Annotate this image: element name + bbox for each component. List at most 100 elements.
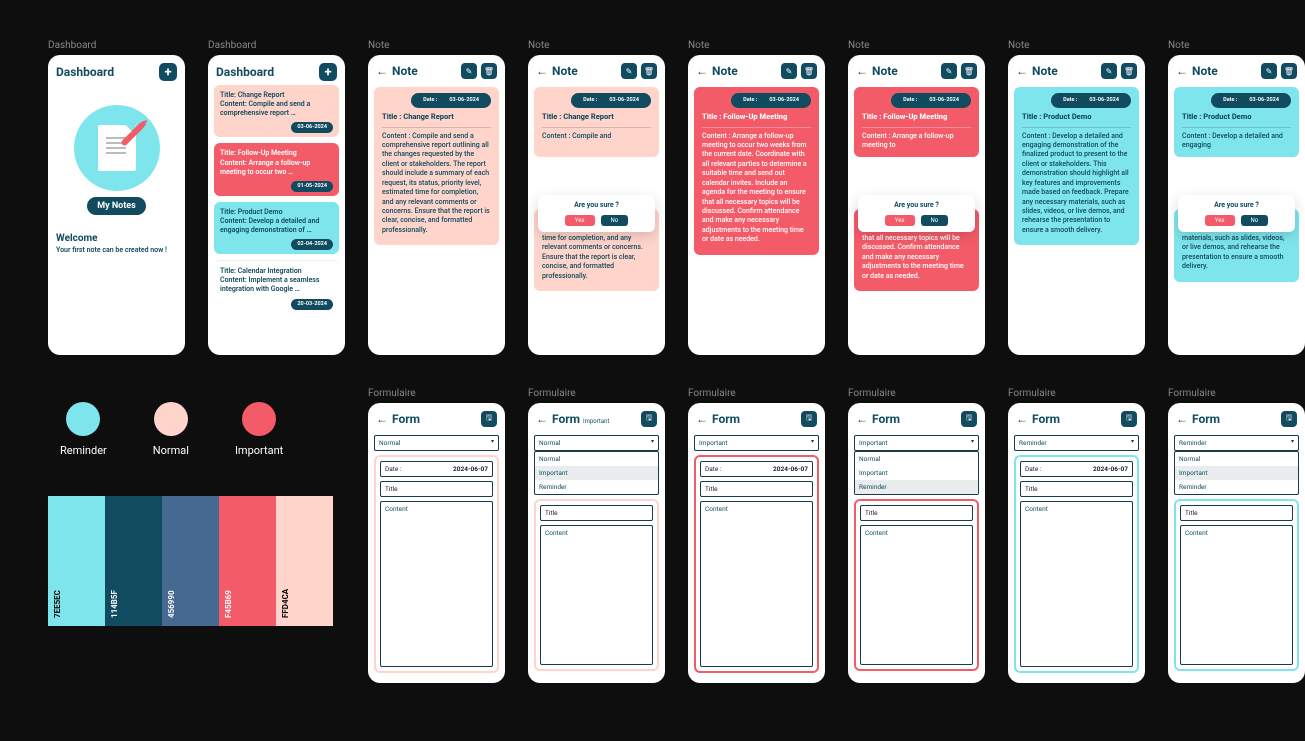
type-option-normal[interactable]: Normal — [1175, 452, 1298, 466]
hex-label: FFD4CA — [281, 589, 290, 618]
hex-label: F45B69 — [224, 590, 233, 618]
back-button[interactable]: ←Form — [1016, 412, 1060, 426]
back-button[interactable]: ←Note — [856, 64, 898, 78]
legend-label: Reminder — [60, 444, 107, 457]
title-input[interactable]: Title — [1020, 481, 1133, 497]
back-button[interactable]: ←Note — [1176, 64, 1218, 78]
type-select[interactable]: Normal — [374, 435, 499, 451]
type-option-normal[interactable]: Normal — [535, 452, 658, 466]
type-option-reminder[interactable]: Reminder — [535, 480, 658, 494]
note-card[interactable]: Title: Product Demo Content: Develop a d… — [214, 202, 339, 254]
back-button[interactable]: ←Note — [376, 64, 418, 78]
back-button[interactable]: ←Form — [696, 412, 740, 426]
frame-label: Note — [528, 40, 665, 51]
palette-swatch: 7EE5EC — [48, 496, 105, 626]
back-button[interactable]: ←Form — [1176, 412, 1220, 426]
date-pill: 20-03-2024 — [291, 299, 333, 310]
date-field[interactable]: Date :2024-06-07 — [700, 461, 813, 477]
note-title: Title : Product Demo — [1022, 112, 1131, 127]
type-option-important[interactable]: Important — [535, 466, 658, 480]
confirm-no-button[interactable]: No — [1241, 215, 1269, 226]
back-button[interactable]: ←Note — [1016, 64, 1058, 78]
confirm-no-button[interactable]: No — [921, 215, 949, 226]
date-pill: 01-05-2024 — [291, 181, 333, 192]
back-icon: ← — [536, 413, 548, 425]
type-select[interactable]: Reminder — [1014, 435, 1139, 451]
back-button[interactable]: ←Note — [696, 64, 738, 78]
type-option-important[interactable]: Important — [1175, 466, 1298, 480]
delete-button[interactable]: 🗑 — [481, 63, 497, 79]
back-button[interactable]: ←Form — [856, 412, 900, 426]
title-input[interactable]: Title — [380, 481, 493, 497]
add-button[interactable]: + — [319, 63, 337, 81]
edit-button[interactable]: ✎ — [1261, 63, 1277, 79]
title-input[interactable]: Title — [540, 505, 653, 521]
edit-button[interactable]: ✎ — [621, 63, 637, 79]
type-option-normal[interactable]: Normal — [855, 452, 978, 466]
welcome-heading: Welcome — [56, 233, 98, 244]
confirm-yes-button[interactable]: Yes — [885, 215, 915, 226]
phone-form-important-open: ←Form 🖫 Important Normal Important Remin… — [848, 403, 985, 683]
content-textarea[interactable]: Content — [700, 501, 813, 667]
back-icon: ← — [1176, 65, 1188, 77]
delete-button[interactable]: 🗑 — [961, 63, 977, 79]
save-button[interactable]: 🖫 — [1281, 411, 1297, 427]
note-card[interactable]: Title: Follow-Up Meeting Content: Arrang… — [214, 143, 339, 195]
edit-button[interactable]: ✎ — [941, 63, 957, 79]
save-button[interactable]: 🖫 — [801, 411, 817, 427]
confirm-yes-button[interactable]: Yes — [565, 215, 595, 226]
pencil-icon: ✎ — [626, 67, 633, 76]
edit-button[interactable]: ✎ — [781, 63, 797, 79]
date-pill: Date : 03-06-2024 — [571, 93, 651, 108]
type-option-important[interactable]: Important — [855, 466, 978, 480]
phone-form-normal: ←Form 🖫 Normal Date :2024-06-07 Title Co… — [368, 403, 505, 683]
note-card[interactable]: Title: Calendar Integration Content: Imp… — [214, 260, 339, 313]
note-content: Content : Compile and send a comprehensi… — [382, 132, 491, 236]
content-textarea[interactable]: Content — [1180, 525, 1293, 665]
edit-button[interactable]: ✎ — [1101, 63, 1117, 79]
confirm-no-button[interactable]: No — [601, 215, 629, 226]
palette-swatch: FFD4CA — [276, 496, 333, 626]
type-select[interactable]: Important — [854, 435, 979, 451]
note-card-title: Title: Follow-Up Meeting — [220, 149, 333, 158]
type-select[interactable]: Important — [694, 435, 819, 451]
delete-button[interactable]: 🗑 — [1121, 63, 1137, 79]
frame-label: Dashboard — [208, 40, 345, 51]
back-button[interactable]: ←Form Important — [536, 412, 609, 426]
back-icon: ← — [1176, 413, 1188, 425]
type-select[interactable]: Reminder — [1174, 435, 1299, 451]
save-button[interactable]: 🖫 — [481, 411, 497, 427]
type-option-reminder[interactable]: Reminder — [1175, 480, 1298, 494]
page-title: Note — [872, 64, 898, 78]
note-card[interactable]: Title: Change Report Content: Compile an… — [214, 85, 339, 137]
title-input[interactable]: Title — [860, 505, 973, 521]
date-field[interactable]: Date :2024-06-07 — [1020, 461, 1133, 477]
frame-label: Note — [368, 40, 505, 51]
confirm-yes-button[interactable]: Yes — [1205, 215, 1235, 226]
add-button[interactable]: + — [159, 63, 177, 81]
page-title: Note — [1032, 64, 1058, 78]
type-option-reminder[interactable]: Reminder — [855, 480, 978, 494]
date-field[interactable]: Date :2024-06-07 — [380, 461, 493, 477]
content-textarea[interactable]: Content — [380, 501, 493, 667]
type-select[interactable]: Normal — [534, 435, 659, 451]
content-textarea[interactable]: Content — [1020, 501, 1133, 667]
delete-button[interactable]: 🗑 — [1281, 63, 1297, 79]
note-card-title: Title: Calendar Integration — [220, 267, 333, 276]
edit-button[interactable]: ✎ — [461, 63, 477, 79]
phone-dashboard-empty: Dashboard + My Notes Welcome Your first … — [48, 55, 185, 355]
legend-label: Normal — [153, 444, 189, 457]
delete-button[interactable]: 🗑 — [801, 63, 817, 79]
save-button[interactable]: 🖫 — [641, 411, 657, 427]
phone-form-normal-open: ←Form Important 🖫 Normal Normal Importan… — [528, 403, 665, 683]
title-input[interactable]: Title — [1180, 505, 1293, 521]
back-button[interactable]: ←Note — [536, 64, 578, 78]
page-title: Note — [392, 64, 418, 78]
content-textarea[interactable]: Content — [540, 525, 653, 665]
back-button[interactable]: ←Form — [376, 412, 420, 426]
delete-button[interactable]: 🗑 — [641, 63, 657, 79]
save-button[interactable]: 🖫 — [1121, 411, 1137, 427]
content-textarea[interactable]: Content — [860, 525, 973, 665]
title-input[interactable]: Title — [700, 481, 813, 497]
save-button[interactable]: 🖫 — [961, 411, 977, 427]
